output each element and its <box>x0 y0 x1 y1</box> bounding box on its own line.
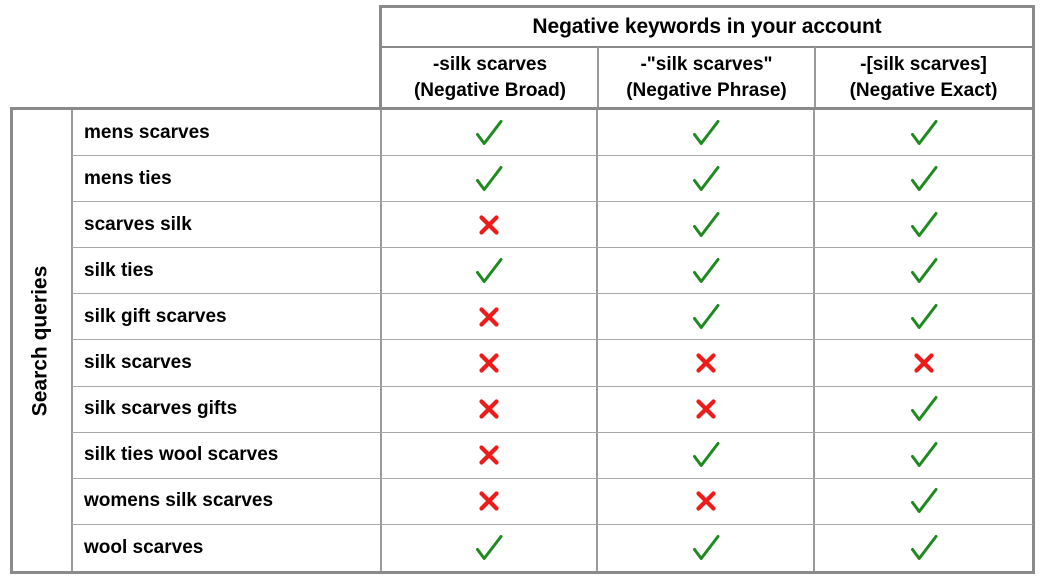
match-status-cell <box>815 156 1033 201</box>
match-status-cell <box>598 386 815 432</box>
table-row: womens silk scarves <box>72 478 1033 525</box>
green-check-icon <box>691 211 721 239</box>
green-check-icon <box>909 487 939 515</box>
match-status-cell <box>815 248 1033 293</box>
table-row: silk ties wool scarves <box>72 432 1033 479</box>
green-check-icon <box>474 257 504 285</box>
red-cross-icon <box>478 306 500 328</box>
match-status-cell <box>382 156 598 202</box>
column-header-keyword: -silk scarves <box>432 53 548 75</box>
red-cross-icon <box>478 214 500 236</box>
search-query-label: silk gift scarves <box>72 294 382 340</box>
match-status-cell <box>598 340 815 386</box>
column-header-negative-exact: -[silk scarves] (Negative Exact) <box>815 48 1032 108</box>
green-check-icon <box>909 303 939 331</box>
column-header-match-type: (Negative Phrase) <box>626 80 787 101</box>
match-status-cell <box>598 524 815 571</box>
search-query-label: mens scarves <box>72 110 382 156</box>
search-query-label: silk scarves gifts <box>72 386 382 432</box>
match-status-cell <box>815 433 1033 478</box>
green-check-icon <box>474 534 504 562</box>
match-status-cell <box>382 432 598 478</box>
table-row: silk ties <box>72 248 1033 295</box>
negative-keywords-matrix: Negative keywords in your account -silk … <box>0 0 1043 579</box>
match-status-cell <box>815 387 1033 432</box>
column-group-title: Negative keywords in your account <box>532 15 882 38</box>
header-column-divider <box>597 47 599 109</box>
green-check-icon <box>474 119 504 147</box>
red-cross-icon <box>695 352 717 374</box>
match-status-cell <box>598 478 815 524</box>
green-check-icon <box>909 211 939 239</box>
table-row: silk gift scarves <box>72 294 1033 341</box>
row-axis-label-container: Search queries <box>10 110 71 571</box>
match-status-cell <box>598 202 815 248</box>
green-check-icon <box>691 119 721 147</box>
match-status-cell <box>382 248 598 294</box>
column-header-negative-phrase: -"silk scarves" (Negative Phrase) <box>598 48 815 108</box>
red-cross-icon <box>695 490 717 512</box>
search-query-label: silk scarves <box>72 340 382 386</box>
search-query-label: womens silk scarves <box>72 478 382 524</box>
red-cross-icon <box>695 398 717 420</box>
green-check-icon <box>909 395 939 423</box>
match-status-cell <box>598 432 815 478</box>
table-row: scarves silk <box>72 202 1033 249</box>
table-row: silk scarves gifts <box>72 386 1033 433</box>
match-status-cell <box>382 294 598 340</box>
green-check-icon <box>909 165 939 193</box>
search-query-label: mens ties <box>72 156 382 202</box>
match-status-cell <box>382 110 598 156</box>
column-header-match-type: (Negative Broad) <box>413 80 567 101</box>
table-row: silk scarves <box>72 340 1033 387</box>
match-status-cell <box>382 340 598 386</box>
green-check-icon <box>691 441 721 469</box>
red-cross-icon <box>478 490 500 512</box>
match-status-cell <box>815 202 1033 247</box>
match-status-cell <box>598 110 815 156</box>
green-check-icon <box>909 119 939 147</box>
green-check-icon <box>909 534 939 562</box>
header-column-divider <box>814 47 816 109</box>
match-status-cell <box>598 294 815 340</box>
match-status-cell <box>382 478 598 524</box>
red-cross-icon <box>478 398 500 420</box>
match-status-cell <box>815 110 1033 155</box>
green-check-icon <box>909 441 939 469</box>
match-status-cell <box>382 386 598 432</box>
search-query-label: silk ties wool scarves <box>72 432 382 478</box>
table-row: wool scarves <box>72 524 1033 571</box>
match-status-cell <box>815 294 1033 339</box>
match-status-cell <box>598 248 815 294</box>
match-status-cell <box>815 340 1033 385</box>
search-query-label: wool scarves <box>72 524 382 571</box>
green-check-icon <box>691 257 721 285</box>
green-check-icon <box>909 257 939 285</box>
match-status-cell <box>815 525 1033 571</box>
table-body: mens scarves mens ties scarves silk silk ti… <box>72 110 1033 571</box>
green-check-icon <box>691 303 721 331</box>
match-status-cell <box>815 479 1033 524</box>
red-cross-icon <box>913 352 935 374</box>
column-header-match-type: (Negative Exact) <box>849 80 998 101</box>
column-header-keyword: -"silk scarves" <box>640 53 773 75</box>
row-axis-label: Search queries <box>28 265 52 416</box>
column-header-keyword: -[silk scarves] <box>860 53 987 75</box>
match-status-cell <box>382 524 598 571</box>
match-status-cell <box>598 156 815 202</box>
match-status-cell <box>382 202 598 248</box>
search-query-label: scarves silk <box>72 202 382 248</box>
red-cross-icon <box>478 444 500 466</box>
red-cross-icon <box>478 352 500 374</box>
green-check-icon <box>691 165 721 193</box>
search-query-label: silk ties <box>72 248 382 294</box>
column-header-negative-broad: -silk scarves (Negative Broad) <box>382 48 598 108</box>
green-check-icon <box>691 534 721 562</box>
green-check-icon <box>474 165 504 193</box>
table-row: mens scarves <box>72 110 1033 157</box>
table-row: mens ties <box>72 156 1033 203</box>
